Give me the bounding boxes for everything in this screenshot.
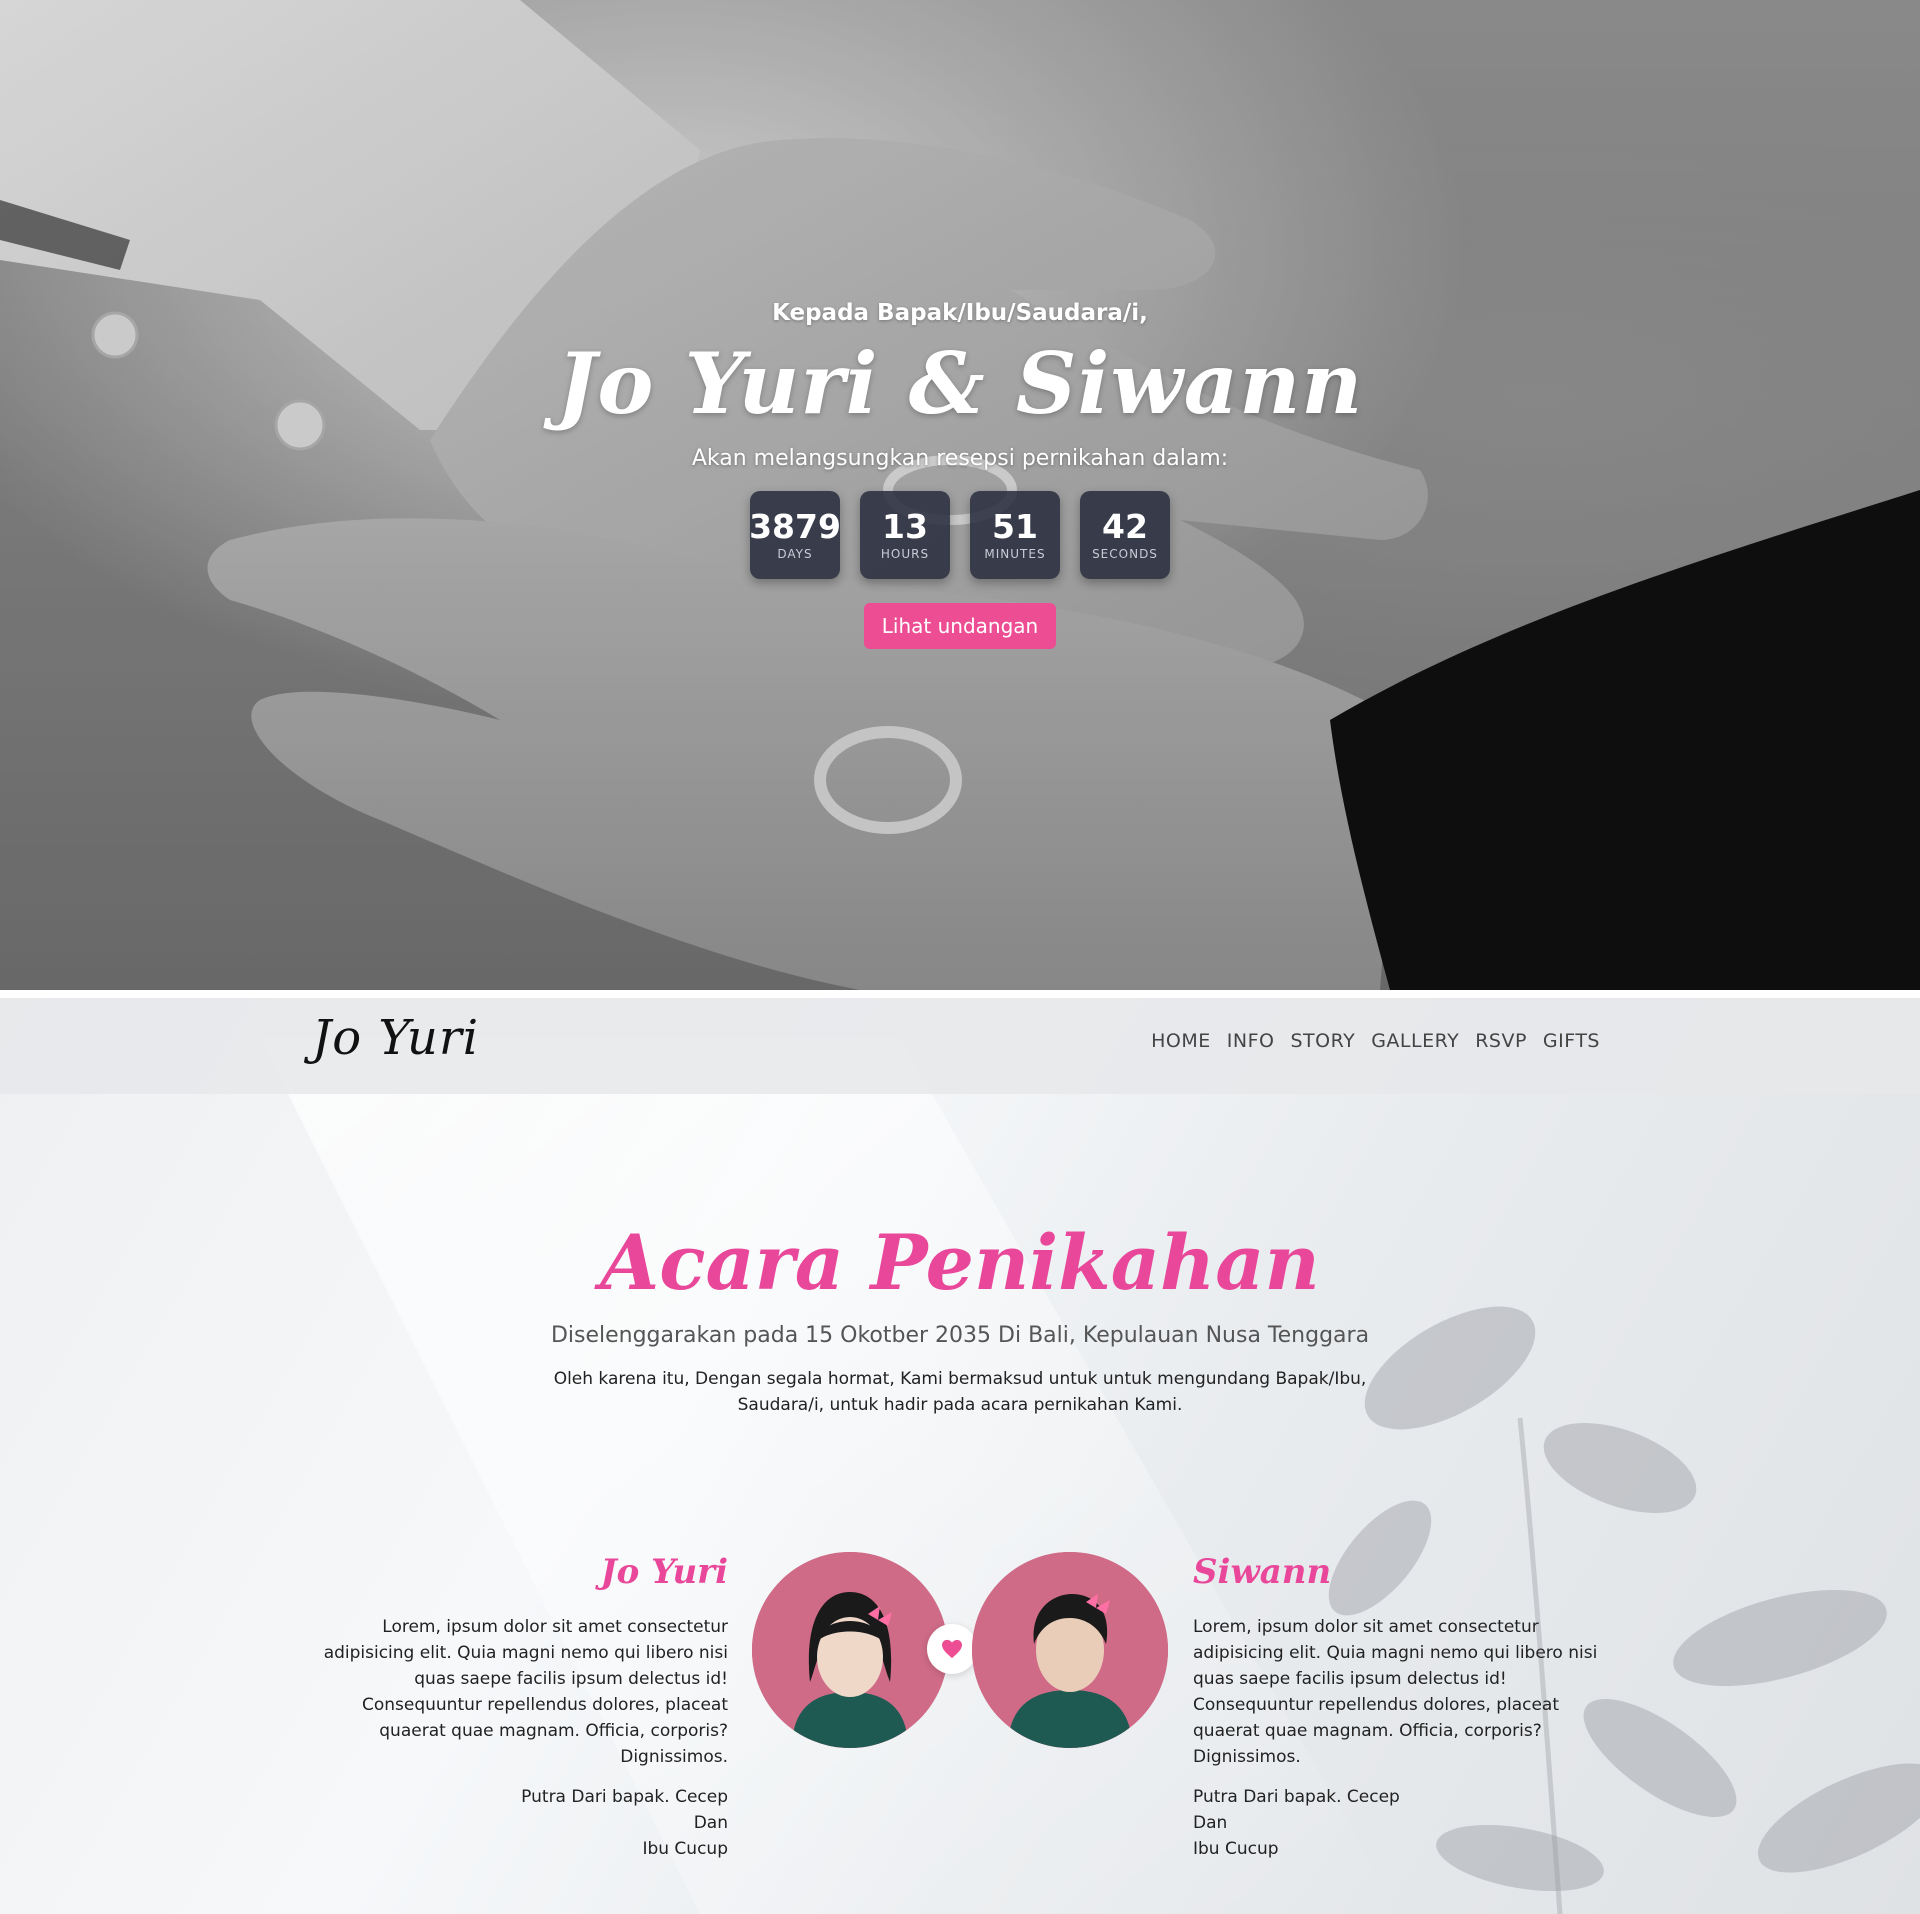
countdown-hours-label: HOURS: [880, 547, 930, 561]
hero-greeting: Kepada Bapak/Ibu/Saudara/i,: [772, 300, 1148, 326]
groom-name: Siwann: [1193, 1552, 1332, 1592]
top-navbar: Jo Yuri HOME INFO STORY GALLERY RSVP GIF…: [0, 998, 1920, 1094]
countdown-days-value: 3879: [749, 507, 841, 546]
bride-profile: Jo Yuri Lorem, ipsum dolor sit amet cons…: [308, 1550, 728, 1862]
couple-profiles: Jo Yuri Lorem, ipsum dolor sit amet cons…: [0, 1550, 1920, 1890]
events-header: Acara Penikahan Diselenggarakan pada 15 …: [0, 1213, 1920, 1418]
nav-item-gallery[interactable]: GALLERY: [1371, 1030, 1459, 1052]
events-date-location: Diselenggarakan pada 15 Okotber 2035 Di …: [550, 1323, 1370, 1348]
section-divider: [0, 990, 1920, 998]
heart-badge: [927, 1624, 977, 1674]
nav-item-info[interactable]: INFO: [1227, 1030, 1275, 1052]
groom-bio: Lorem, ipsum dolor sit amet consectetur …: [1193, 1617, 1598, 1767]
nav-menu: HOME INFO STORY GALLERY RSVP GIFTS: [1151, 1030, 1600, 1052]
view-invitation-button[interactable]: Lihat undangan: [863, 603, 1057, 649]
nav-item-rsvp[interactable]: RSVP: [1475, 1030, 1527, 1052]
countdown-hours: 13 HOURS: [860, 491, 950, 579]
countdown-minutes-label: MINUTES: [984, 547, 1046, 561]
countdown-minutes: 51 MINUTES: [970, 491, 1060, 579]
groom-parent-line: Putra Dari bapak. Cecep: [1193, 1787, 1400, 1807]
events-description: Oleh karena itu, Dengan segala hormat, K…: [553, 1369, 1367, 1415]
hero-subtitle: Akan melangsungkan resepsi pernikahan da…: [691, 446, 1229, 471]
hero-section: Kepada Bapak/Ibu/Saudara/i, Jo Yuri & Si…: [0, 0, 1920, 990]
bride-parent-line: Putra Dari bapak. Cecep: [521, 1787, 728, 1807]
countdown-days: 3879 DAYS: [749, 491, 841, 579]
groom-parent-line: Ibu Cucup: [1193, 1839, 1279, 1859]
bride-avatar: [752, 1552, 948, 1748]
wedding-info-section: Jo Yuri HOME INFO STORY GALLERY RSVP GIF…: [0, 998, 1920, 1914]
bride-parent-line: Dan: [693, 1813, 728, 1833]
countdown-hours-value: 13: [882, 507, 928, 546]
countdown-minutes-value: 51: [992, 507, 1038, 546]
bride-parent-line: Ibu Cucup: [642, 1839, 728, 1859]
nav-item-gifts[interactable]: GIFTS: [1543, 1030, 1600, 1052]
groom-avatar: [972, 1552, 1168, 1748]
site-logo[interactable]: Jo Yuri: [312, 1010, 479, 1066]
countdown-timer: 3879 DAYS 13 HOURS 51 MINUTES 42 SECONDS: [0, 491, 1920, 579]
countdown-seconds-value: 42: [1102, 507, 1148, 546]
countdown-seconds: 42 SECONDS: [1080, 491, 1170, 579]
bride-bio: Lorem, ipsum dolor sit amet consectetur …: [323, 1617, 728, 1767]
groom-profile: Siwann Lorem, ipsum dolor sit amet conse…: [1193, 1550, 1613, 1862]
nav-item-story[interactable]: STORY: [1290, 1030, 1355, 1052]
events-title: Acara Penikahan: [600, 1218, 1320, 1307]
couple-names-heading: Jo Yuri & Siwann: [556, 334, 1364, 433]
bride-name: Jo Yuri: [600, 1552, 728, 1592]
hero-content: Kepada Bapak/Ibu/Saudara/i, Jo Yuri & Si…: [0, 300, 1920, 649]
countdown-days-label: DAYS: [777, 547, 813, 561]
groom-parent-line: Dan: [1193, 1813, 1228, 1833]
nav-item-home[interactable]: HOME: [1151, 1030, 1211, 1052]
heart-icon: [942, 1639, 962, 1659]
countdown-seconds-label: SECONDS: [1092, 547, 1158, 561]
